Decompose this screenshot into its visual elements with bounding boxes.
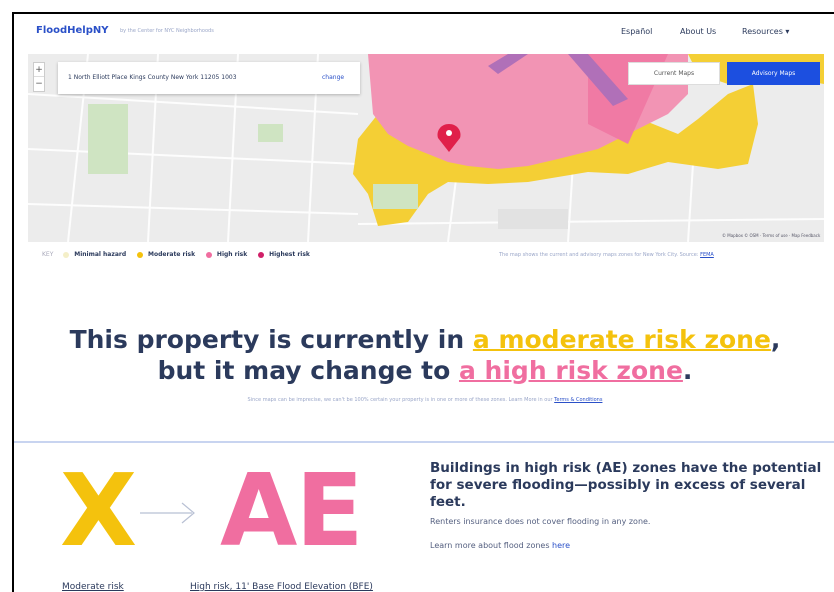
zoom-in-button[interactable]: + xyxy=(34,63,44,77)
risk-headline: This property is currently in a moderate… xyxy=(14,324,834,386)
terms-conditions-link[interactable]: Terms & Conditions xyxy=(554,397,602,403)
browser-page: FloodHelpNY by the Center for NYC Neighb… xyxy=(12,12,834,592)
advisory-maps-button[interactable]: Advisory Maps xyxy=(727,62,820,85)
learn-more-flood-zones: Learn more about flood zones here xyxy=(430,541,570,550)
moderate-risk-zone-link[interactable]: a moderate risk zone xyxy=(473,325,771,354)
future-zone-code: AE xyxy=(220,452,364,569)
legend-item-minimal: Minimal hazard xyxy=(74,251,127,258)
current-maps-button[interactable]: Current Maps xyxy=(628,62,720,85)
address-text: 1 North Elliott Place Kings County New Y… xyxy=(68,74,237,81)
nav-espanol[interactable]: Español xyxy=(621,27,652,36)
legend-item-highest: Highest risk xyxy=(269,251,310,258)
map-legend: KEY Minimal hazard Moderate risk High ri… xyxy=(42,251,319,261)
headline-part4: . xyxy=(682,356,693,385)
legend-key-label: KEY xyxy=(42,251,54,258)
headline-part3: but it may change to xyxy=(157,356,459,385)
learn-more-text: Learn more about flood zones xyxy=(430,541,553,550)
site-logo[interactable]: FloodHelpNY xyxy=(36,25,109,36)
legend-note-text: The map shows the current and advisory m… xyxy=(499,252,701,258)
legend-note: The map shows the current and advisory m… xyxy=(499,252,714,258)
current-zone-code: X xyxy=(60,452,138,569)
nav-resources-dropdown[interactable]: Resources ▾ xyxy=(742,27,789,36)
moderate-risk-label[interactable]: Moderate risk xyxy=(62,582,124,592)
map-attribution[interactable]: © Mapbox © OSM · Terms of use · Map Feed… xyxy=(722,233,820,238)
map-zoom-control: + − xyxy=(33,62,45,92)
change-address-link[interactable]: change xyxy=(322,74,344,81)
site-tagline: by the Center for NYC Neighborhoods xyxy=(120,28,214,34)
arrow-right-icon xyxy=(140,502,195,524)
high-risk-bfe-label[interactable]: High risk, 11' Base Flood Elevation (BFE… xyxy=(190,582,373,592)
headline-part1: This property is currently in xyxy=(69,325,473,354)
renters-insurance-note: Renters insurance does not cover floodin… xyxy=(430,517,651,526)
legend-dot-moderate xyxy=(137,251,144,258)
map-disclaimer: Since maps can be imprecise, we can't be… xyxy=(14,397,834,403)
legend-item-moderate: Moderate risk xyxy=(148,251,196,258)
flood-zones-here-link[interactable]: here xyxy=(552,541,570,550)
disclaimer-text: Since maps can be imprecise, we can't be… xyxy=(247,397,555,403)
nav-about-us[interactable]: About Us xyxy=(680,27,716,36)
legend-dot-highest xyxy=(258,251,265,258)
site-header: FloodHelpNY by the Center for NYC Neighb… xyxy=(14,14,834,52)
legend-dot-high xyxy=(206,251,212,258)
section-divider xyxy=(14,441,834,443)
high-risk-zone-link[interactable]: a high risk zone xyxy=(459,356,683,385)
legend-item-high: High risk xyxy=(216,251,248,258)
headline-part2: , xyxy=(770,325,781,354)
high-risk-info-title: Buildings in high risk (AE) zones have t… xyxy=(430,460,822,510)
legend-dot-minimal xyxy=(63,251,70,258)
address-bar: 1 North Elliott Place Kings County New Y… xyxy=(58,62,360,94)
flood-zone-map[interactable]: + − 1 North Elliott Place Kings County N… xyxy=(28,54,824,242)
zoom-out-button[interactable]: − xyxy=(34,77,44,91)
fema-source-link[interactable]: FEMA xyxy=(700,252,714,258)
